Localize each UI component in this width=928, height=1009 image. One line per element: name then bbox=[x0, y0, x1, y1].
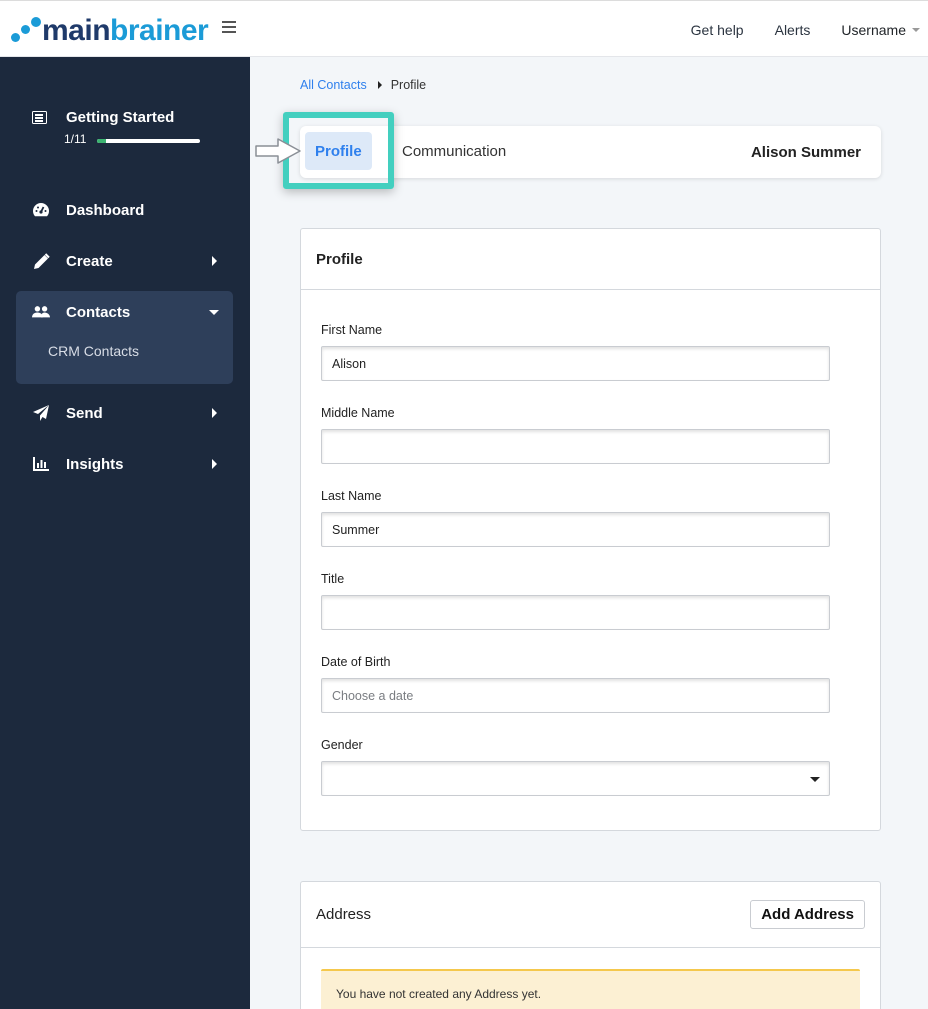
address-panel-title: Address bbox=[316, 906, 372, 923]
sidebar-item-label: Create bbox=[66, 252, 113, 270]
first-name-label: First Name bbox=[321, 323, 383, 337]
top-bar: mainbrainer Get help Alerts Username bbox=[0, 0, 928, 57]
getting-started-count: 1/11 bbox=[64, 132, 87, 146]
add-address-button[interactable]: Add Address bbox=[750, 900, 865, 929]
paper-plane-icon bbox=[32, 404, 50, 422]
logo-text: mainbrainer bbox=[42, 14, 209, 48]
profile-panel-title: Profile bbox=[316, 250, 363, 268]
tab-profile[interactable]: Profile bbox=[305, 132, 372, 170]
breadcrumb-current: Profile bbox=[390, 78, 427, 92]
no-address-alert: You have not created any Address yet. bbox=[321, 969, 860, 1009]
gender-label: Gender bbox=[321, 738, 363, 752]
chevron-right-icon bbox=[212, 256, 217, 266]
last-name-input[interactable]: Summer bbox=[321, 512, 830, 547]
gender-select[interactable] bbox=[321, 761, 830, 796]
users-icon bbox=[32, 303, 50, 321]
logo-text-main: main bbox=[42, 14, 111, 47]
chevron-right-icon bbox=[212, 459, 217, 469]
sidebar-item-label: Contacts bbox=[66, 303, 131, 321]
sidebar: Getting Started 1/11 Dashboard Create Co… bbox=[0, 57, 250, 1009]
sidebar-item-label: Dashboard bbox=[66, 201, 145, 219]
logo[interactable]: mainbrainer bbox=[10, 14, 209, 48]
get-help-link[interactable]: Get help bbox=[691, 22, 744, 38]
breadcrumb-separator-icon bbox=[377, 81, 382, 89]
logo-dots-icon bbox=[10, 16, 41, 46]
sidebar-item-create[interactable]: Create bbox=[16, 241, 233, 281]
user-menu[interactable]: Username bbox=[841, 22, 920, 38]
breadcrumb-all-contacts[interactable]: All Contacts bbox=[300, 78, 367, 92]
sidebar-item-label: Send bbox=[66, 404, 103, 422]
pencil-icon bbox=[32, 252, 50, 270]
profile-panel-header: Profile bbox=[301, 229, 880, 290]
logo-text-accent: brainer bbox=[110, 14, 209, 47]
title-input[interactable] bbox=[321, 595, 830, 630]
sidebar-item-insights[interactable]: Insights bbox=[16, 444, 233, 484]
dashboard-icon bbox=[32, 201, 50, 219]
first-name-input[interactable]: Alison bbox=[321, 346, 830, 381]
date-of-birth-label: Date of Birth bbox=[321, 655, 391, 669]
sidebar-item-label: Insights bbox=[66, 455, 124, 473]
getting-started-progress bbox=[97, 139, 200, 143]
profile-panel: Profile First Name Alison Middle Name La… bbox=[300, 228, 881, 831]
sidebar-item-dashboard[interactable]: Dashboard bbox=[16, 190, 233, 230]
hamburger-menu-icon[interactable] bbox=[222, 21, 236, 33]
caret-down-icon bbox=[912, 27, 920, 32]
getting-started-title: Getting Started bbox=[66, 109, 175, 126]
sidebar-item-send[interactable]: Send bbox=[16, 393, 233, 433]
dropdown-caret-icon bbox=[810, 777, 820, 782]
contact-name: Alison Summer bbox=[750, 143, 861, 161]
date-of-birth-input[interactable]: Choose a date bbox=[321, 678, 830, 713]
alerts-link[interactable]: Alerts bbox=[775, 22, 811, 38]
last-name-label: Last Name bbox=[321, 489, 382, 503]
breadcrumb: All Contacts Profile bbox=[300, 78, 426, 92]
address-panel-header: Address Add Address bbox=[301, 882, 880, 948]
contact-tabs: Profile Communication Alison Summer bbox=[300, 126, 881, 178]
chevron-down-icon bbox=[209, 309, 219, 315]
title-label: Title bbox=[321, 572, 345, 586]
top-nav: Get help Alerts Username bbox=[660, 1, 920, 58]
progress-fill bbox=[97, 139, 107, 143]
middle-name-label: Middle Name bbox=[321, 406, 395, 420]
list-icon bbox=[32, 111, 47, 124]
bar-chart-icon bbox=[32, 455, 50, 473]
sidebar-subitem-crm-contacts[interactable]: CRM Contacts bbox=[48, 343, 139, 359]
middle-name-input[interactable] bbox=[321, 429, 830, 464]
tutorial-pointer-arrow-icon bbox=[255, 138, 301, 164]
tab-communication[interactable]: Communication bbox=[402, 132, 506, 170]
sidebar-item-contacts[interactable]: Contacts bbox=[16, 292, 233, 332]
chevron-right-icon bbox=[212, 408, 217, 418]
username-label: Username bbox=[841, 21, 906, 38]
address-panel: Address Add Address You have not created… bbox=[300, 881, 881, 1009]
